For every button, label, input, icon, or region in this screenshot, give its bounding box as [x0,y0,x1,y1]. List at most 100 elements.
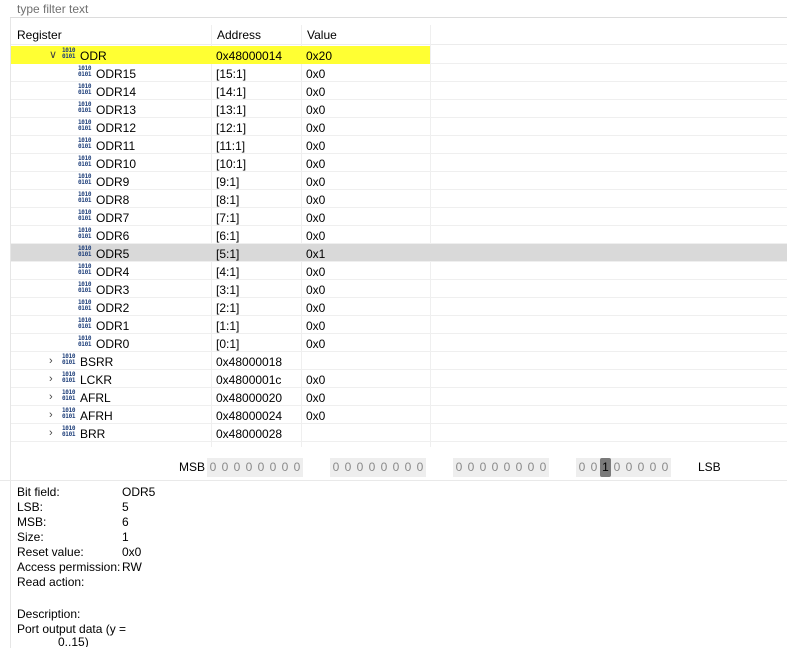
field-row[interactable]: 1010 0101 ODR7 [7:1] 0x0 [11,208,787,226]
row-value[interactable]: 0x0 [306,193,325,207]
field-row[interactable]: 1010 0101 ODR11 [11:1] 0x0 [11,136,787,154]
bit-cell[interactable]: 0 [219,458,231,477]
row-address: [3:1] [216,283,240,297]
detail-row: MSB: 6 [17,515,317,530]
bit-cell[interactable]: 0 [342,458,354,477]
row-value[interactable]: 0x1 [306,247,325,261]
register-row[interactable]: › 1010 0101 LCKR 0x4800001c 0x0 [11,370,787,388]
bit-cell[interactable]: 0 [576,458,588,477]
field-row[interactable]: 1010 0101 ODR5 [5:1] 0x1 [11,244,787,262]
row-value[interactable]: 0x0 [306,67,325,81]
row-name: ODR15 [96,67,137,81]
register-binary-icon: 1010 0101 [62,389,76,402]
bit-cell[interactable]: 0 [513,458,525,477]
bit-cell[interactable]: 0 [611,458,623,477]
register-row[interactable]: ∨ 1010 0101 ODR 0x48000014 0x20 [11,46,787,64]
register-row-partial[interactable] [11,442,787,447]
field-row[interactable]: 1010 0101 ODR1 [1:1] 0x0 [11,316,787,334]
bit-cell[interactable]: 0 [255,458,267,477]
row-value[interactable]: 0x0 [306,337,325,351]
row-value[interactable]: 0x0 [306,229,325,243]
row-name: LCKR [80,373,113,387]
bit-view: MSB 00000000000000000000000000100000 LSB [0,453,787,481]
bitfield-binary-icon: 1010 0101 [78,137,92,150]
chevron-right-icon[interactable]: › [49,427,59,439]
field-row[interactable]: 1010 0101 ODR0 [0:1] 0x0 [11,334,787,352]
row-value[interactable]: 0x0 [306,409,325,423]
bit-cell[interactable]: 0 [489,458,501,477]
bit-cell[interactable]: 0 [414,458,426,477]
row-value[interactable]: 0x0 [306,175,325,189]
chevron-down-icon[interactable]: ∨ [49,49,59,61]
bit-cell[interactable]: 0 [588,458,600,477]
bit-cell[interactable]: 0 [354,458,366,477]
field-row[interactable]: 1010 0101 ODR9 [9:1] 0x0 [11,172,787,190]
row-value[interactable]: 0x0 [306,121,325,135]
bit-cell[interactable]: 0 [465,458,477,477]
bit-cell[interactable]: 0 [231,458,243,477]
row-value[interactable]: 0x0 [306,139,325,153]
bit-cell[interactable]: 0 [525,458,537,477]
row-name: ODR10 [96,157,137,171]
row-value[interactable]: 0x0 [306,373,325,387]
chevron-right-icon[interactable]: › [49,355,59,367]
bit-cell[interactable]: 0 [623,458,635,477]
row-value[interactable]: 0x0 [306,265,325,279]
register-row[interactable]: › 1010 0101 AFRH 0x48000024 0x0 [11,406,787,424]
bit-cell[interactable]: 0 [267,458,279,477]
bit-cell[interactable]: 0 [647,458,659,477]
bit-cell[interactable]: 0 [402,458,414,477]
field-row[interactable]: 1010 0101 ODR8 [8:1] 0x0 [11,190,787,208]
field-row[interactable]: 1010 0101 ODR2 [2:1] 0x0 [11,298,787,316]
field-row[interactable]: 1010 0101 ODR4 [4:1] 0x0 [11,262,787,280]
row-address: 0x48000020 [216,391,283,405]
register-row[interactable]: › 1010 0101 BSRR 0x48000018 [11,352,787,370]
bit-cell[interactable]: 0 [453,458,465,477]
bit-cell[interactable]: 0 [659,458,671,477]
bit-cell[interactable]: 0 [291,458,303,477]
row-value[interactable]: 0x0 [306,85,325,99]
bit-cell[interactable]: 0 [243,458,255,477]
row-value[interactable]: 0x20 [306,49,332,63]
row-address: 0x48000018 [216,355,283,369]
filter-input[interactable] [10,0,787,17]
row-value[interactable]: 0x0 [306,301,325,315]
row-value[interactable]: 0x0 [306,157,325,171]
bit-cell[interactable]: 0 [207,458,219,477]
row-address: [12:1] [216,121,247,135]
bit-cell[interactable]: 0 [378,458,390,477]
bit-cell-selected[interactable]: 1 [600,458,611,477]
row-value[interactable]: 0x0 [306,103,325,117]
row-value[interactable]: 0x0 [306,391,325,405]
bit-cell[interactable]: 0 [390,458,402,477]
row-value[interactable]: 0x0 [306,283,325,297]
field-row[interactable]: 1010 0101 ODR15 [15:1] 0x0 [11,64,787,82]
row-name: AFRL [80,391,111,405]
field-row[interactable]: 1010 0101 ODR6 [6:1] 0x0 [11,226,787,244]
row-value[interactable]: 0x0 [306,319,325,333]
field-row[interactable]: 1010 0101 ODR10 [10:1] 0x0 [11,154,787,172]
bit-cell[interactable]: 0 [366,458,378,477]
register-row[interactable]: › 1010 0101 AFRL 0x48000020 0x0 [11,388,787,406]
column-header-address[interactable]: Address [217,28,261,42]
field-row[interactable]: 1010 0101 ODR3 [3:1] 0x0 [11,280,787,298]
field-row[interactable]: 1010 0101 ODR14 [14:1] 0x0 [11,82,787,100]
chevron-right-icon[interactable]: › [49,373,59,385]
bit-cell[interactable]: 0 [477,458,489,477]
column-header-value[interactable]: Value [307,28,337,42]
row-name: ODR [80,49,107,63]
register-binary-icon: 1010 0101 [62,425,76,438]
row-name: ODR8 [96,193,130,207]
field-row[interactable]: 1010 0101 ODR12 [12:1] 0x0 [11,118,787,136]
chevron-right-icon[interactable]: › [49,391,59,403]
bit-cell[interactable]: 0 [330,458,342,477]
register-row[interactable]: › 1010 0101 BRR 0x48000028 [11,424,787,442]
bit-cell[interactable]: 0 [279,458,291,477]
bit-cell[interactable]: 0 [537,458,549,477]
row-value[interactable]: 0x0 [306,211,325,225]
field-row[interactable]: 1010 0101 ODR13 [13:1] 0x0 [11,100,787,118]
bit-cell[interactable]: 0 [501,458,513,477]
column-header-register[interactable]: Register [17,28,62,42]
bit-cell[interactable]: 0 [635,458,647,477]
chevron-right-icon[interactable]: › [49,409,59,421]
